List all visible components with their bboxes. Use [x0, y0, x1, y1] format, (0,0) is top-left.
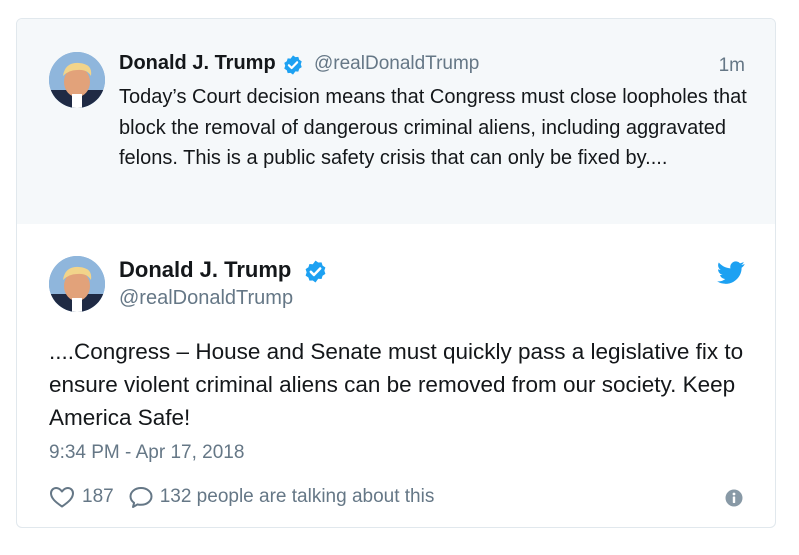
main-author-handle[interactable]: @realDonaldTrump — [119, 287, 293, 310]
verified-badge-icon — [305, 260, 326, 283]
parent-avatar[interactable] — [49, 52, 105, 108]
tweet-timestamp[interactable]: 9:34 PM - Apr 17, 2018 — [49, 442, 244, 464]
twitter-bird-icon[interactable] — [717, 261, 745, 285]
verified-badge-icon — [284, 55, 302, 75]
conversation-count[interactable]: 132 people are talking about this — [160, 486, 435, 508]
main-tweet-text: ....Congress – House and Senate must qui… — [49, 339, 744, 430]
parent-author-name[interactable]: Donald J. Trump — [119, 52, 276, 75]
main-avatar[interactable] — [49, 256, 105, 312]
speech-bubble-icon[interactable] — [128, 485, 154, 509]
main-author-name[interactable]: Donald J. Trump — [119, 257, 291, 283]
heart-icon[interactable] — [49, 485, 75, 509]
embedded-tweet-card: Donald J. Trump @realDonaldTrump 1m Toda… — [16, 18, 776, 528]
parent-tweet-text: Today’s Court decision means that Congre… — [119, 86, 747, 169]
parent-timestamp[interactable]: 1m — [719, 55, 745, 77]
parent-author-handle[interactable]: @realDonaldTrump — [314, 53, 479, 75]
tweet-actions: 187 132 people are talking about this — [49, 483, 434, 511]
info-icon[interactable] — [725, 489, 743, 507]
parent-tweet[interactable]: Donald J. Trump @realDonaldTrump 1m Toda… — [17, 19, 775, 224]
like-count[interactable]: 187 — [82, 486, 114, 508]
